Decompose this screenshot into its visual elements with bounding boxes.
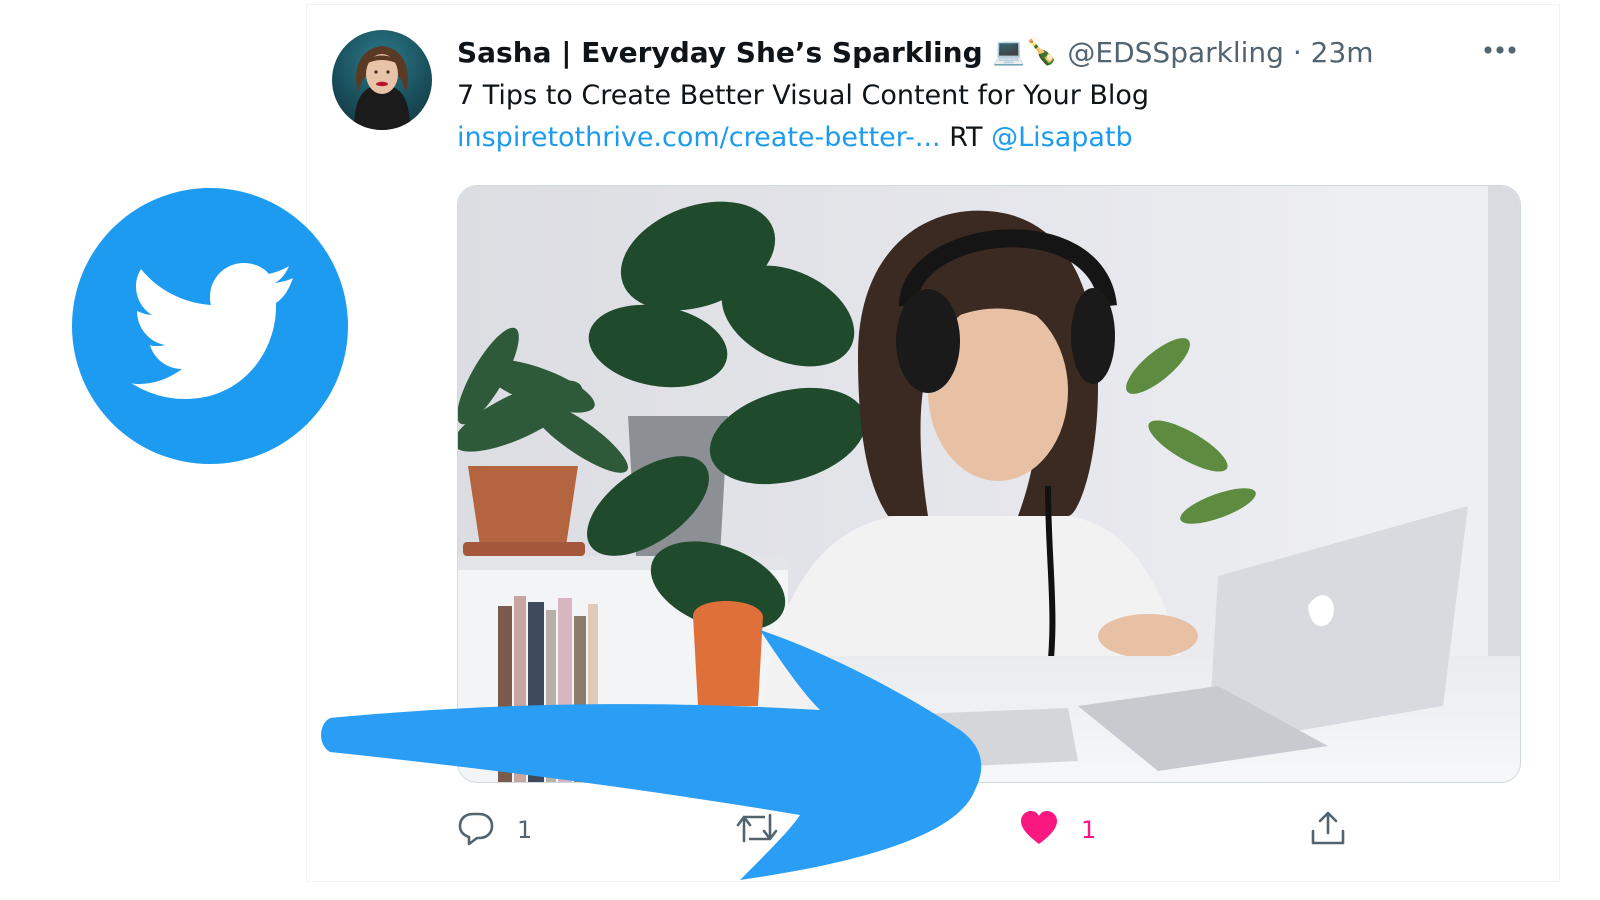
tweet-media-image[interactable] bbox=[457, 185, 1521, 783]
reply-button[interactable]: 1 bbox=[457, 800, 532, 860]
tweet-text: 7 Tips to Create Better Visual Content f… bbox=[457, 80, 1150, 111]
share-icon bbox=[1309, 809, 1347, 851]
twitter-bird-icon bbox=[72, 188, 348, 464]
author-handle-time[interactable]: @EDSSparkling · 23m bbox=[1067, 36, 1373, 69]
author-emojis: 💻🍾 bbox=[992, 37, 1058, 67]
tweet-header: Sasha | Everyday She’s Sparkling 💻🍾 @EDS… bbox=[457, 30, 1374, 74]
share-button[interactable] bbox=[1309, 800, 1347, 860]
heart-icon bbox=[1019, 810, 1059, 850]
author-name[interactable]: Sasha | Everyday She’s Sparkling bbox=[457, 36, 983, 69]
retweet-button[interactable] bbox=[735, 800, 779, 860]
tweet-url-link[interactable]: inspiretothrive.com/create-better-... bbox=[457, 122, 941, 153]
retweet-icon bbox=[735, 811, 779, 849]
mention-link[interactable]: @Lisapatb bbox=[991, 122, 1133, 153]
like-count: 1 bbox=[1081, 816, 1097, 844]
author-avatar[interactable] bbox=[332, 30, 432, 130]
more-options-icon[interactable] bbox=[1478, 36, 1522, 64]
rt-label: RT bbox=[949, 122, 983, 153]
reply-icon bbox=[457, 810, 495, 850]
tweet-action-bar: 1 1 bbox=[457, 800, 1519, 860]
tweet-links-line: inspiretothrive.com/create-better-... RT… bbox=[457, 122, 1133, 153]
like-button[interactable]: 1 bbox=[1019, 800, 1096, 860]
reply-count: 1 bbox=[517, 816, 533, 844]
